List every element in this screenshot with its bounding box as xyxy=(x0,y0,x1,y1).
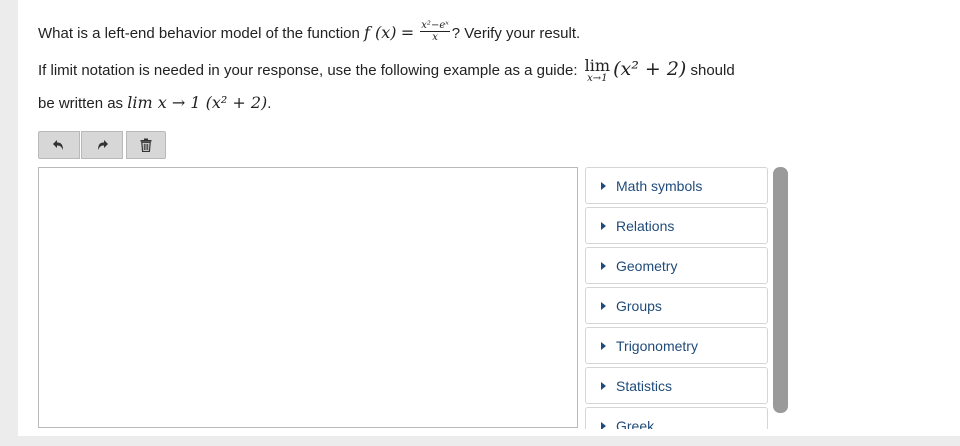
palette-math-symbols[interactable]: Math symbols xyxy=(585,167,768,204)
redo-button[interactable] xyxy=(81,131,123,159)
expand-triangle-icon xyxy=(601,261,606,270)
expand-triangle-icon xyxy=(601,381,606,390)
question-text-1-end: ? Verify your result. xyxy=(451,25,581,42)
expand-triangle-icon xyxy=(601,181,606,190)
undo-icon xyxy=(53,140,63,150)
palette-geometry[interactable]: Geometry xyxy=(585,247,768,284)
palette-greek[interactable]: Greek xyxy=(585,407,768,429)
palette-trigonometry[interactable]: Trigonometry xyxy=(585,327,768,364)
expand-triangle-icon xyxy=(601,341,606,350)
delete-button[interactable] xyxy=(126,131,166,159)
limit-word: lim xyxy=(584,56,611,75)
question-panel: What is a left-end behavior model of the… xyxy=(18,0,960,436)
palette-item-label: Geometry xyxy=(616,257,678,274)
symbol-palette: Math symbols Relations Geometry Groups T… xyxy=(585,167,768,429)
question-text-3-end: . xyxy=(267,95,272,112)
question-text-2-end: should xyxy=(690,62,735,79)
palette-groups[interactable]: Groups xyxy=(585,287,768,324)
question-line-3: be written as lim x → 1 (x² + 2). xyxy=(38,92,271,115)
limit-subscript: x→1 xyxy=(587,73,608,84)
question-text-3: be written as xyxy=(38,95,124,112)
function-lhs: f (x) xyxy=(364,23,397,42)
undo-button[interactable] xyxy=(38,131,80,159)
equals-sign: = xyxy=(400,23,415,42)
palette-relations[interactable]: Relations xyxy=(585,207,768,244)
expand-triangle-icon xyxy=(601,221,606,230)
palette-scrollbar[interactable] xyxy=(773,167,788,413)
expand-triangle-icon xyxy=(601,301,606,310)
palette-item-label: Relations xyxy=(616,217,675,234)
redo-icon xyxy=(98,140,108,150)
palette-item-label: Groups xyxy=(616,297,662,314)
question-line-1: What is a left-end behavior model of the… xyxy=(38,20,581,46)
expand-triangle-icon xyxy=(601,421,606,429)
palette-statistics[interactable]: Statistics xyxy=(585,367,768,404)
question-line-2: If limit notation is needed in your resp… xyxy=(38,58,735,84)
palette-item-label: Greek xyxy=(616,417,655,430)
question-text-1: What is a left-end behavior model of the… xyxy=(38,25,360,42)
palette-item-label: Trigonometry xyxy=(616,337,698,354)
limit-example: lim x→1 xyxy=(585,58,610,84)
trash-icon xyxy=(140,138,152,152)
palette-item-label: Statistics xyxy=(616,377,673,394)
limit-inline-notation: lim x → 1 (x² + 2) xyxy=(127,93,268,112)
fraction-numerator: x²−eˣ xyxy=(420,19,450,32)
question-text-2: If limit notation is needed in your resp… xyxy=(38,62,578,79)
fraction-denominator: x xyxy=(432,31,438,43)
limit-expression: (x² + 2) xyxy=(613,58,687,80)
answer-input-area[interactable] xyxy=(38,167,578,428)
editor-toolbar xyxy=(38,131,166,159)
function-fraction: x²−eˣ x xyxy=(420,20,450,43)
palette-item-label: Math symbols xyxy=(616,177,703,194)
